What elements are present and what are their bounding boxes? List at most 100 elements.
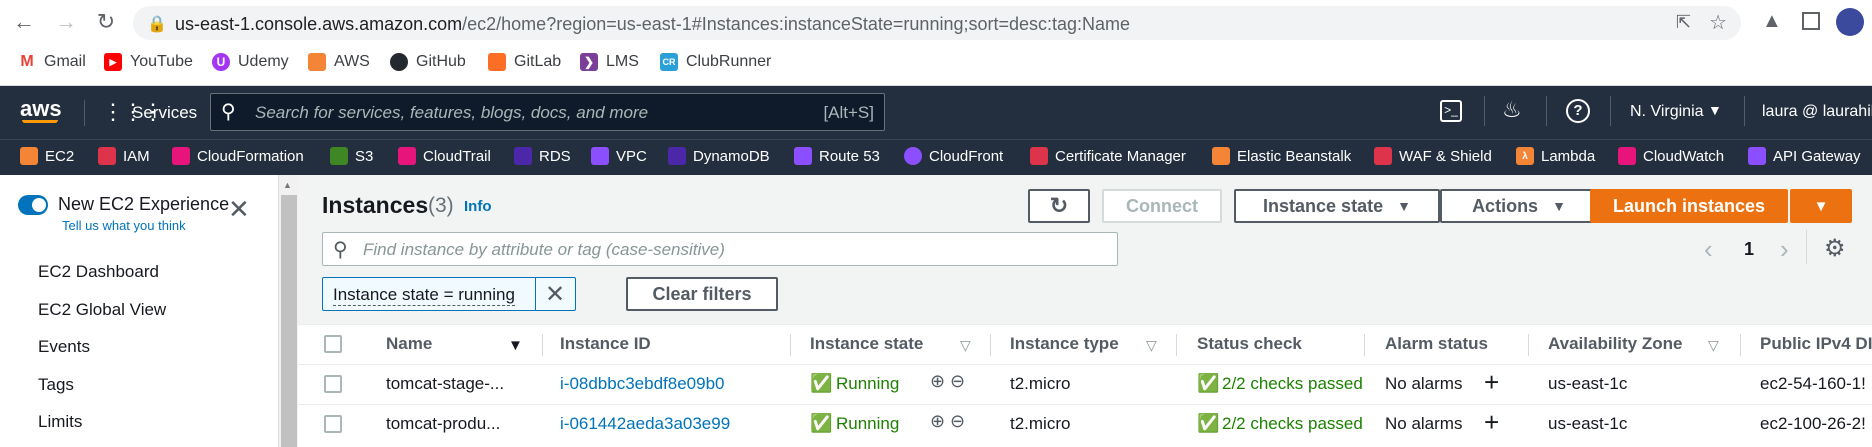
address-bar[interactable]: 🔒 us-east-1.console.aws.amazon.com/ec2/h… — [133, 6, 1741, 40]
row-checkbox[interactable] — [324, 415, 342, 433]
shortcut-cloudfront[interactable]: CloudFront — [904, 147, 1003, 165]
zoom-in-icon[interactable]: ⊕ — [930, 371, 945, 392]
cloudwatch-icon — [1618, 147, 1636, 165]
bookmark-gmail[interactable]: M Gmail — [18, 53, 86, 71]
launch-instances-button[interactable]: Launch instances — [1590, 189, 1788, 223]
shortcut-rds[interactable]: RDS — [514, 147, 571, 165]
shortcut-waf-shield[interactable]: WAF & Shield — [1374, 147, 1492, 165]
column-divider[interactable] — [1364, 334, 1365, 356]
bookmark-lms[interactable]: ❯ LMS — [580, 53, 639, 71]
reload-icon[interactable]: ↻ — [92, 8, 120, 36]
zoom-in-icon[interactable]: ⊕ — [930, 411, 945, 432]
feedback-link[interactable]: Tell us what you think — [62, 218, 186, 233]
connect-button[interactable]: Connect — [1102, 189, 1222, 223]
sort-icon[interactable]: ▽ — [960, 337, 971, 354]
column-header-instance-type[interactable]: Instance type — [1010, 334, 1119, 354]
page-number[interactable]: 1 — [1744, 239, 1754, 260]
column-divider[interactable] — [542, 334, 543, 356]
sidebar-item-events[interactable]: Events — [38, 337, 90, 357]
caret-down-icon: ▼ — [1397, 198, 1411, 214]
services-menu[interactable]: Services — [132, 103, 197, 123]
profile-avatar[interactable] — [1836, 8, 1864, 36]
filter-token-label[interactable]: Instance state = running — [333, 285, 515, 306]
column-divider[interactable] — [790, 334, 791, 356]
column-divider[interactable] — [990, 334, 991, 356]
region-selector[interactable]: N. Virginia — [1630, 103, 1704, 121]
sort-icon[interactable]: ▽ — [1708, 337, 1719, 354]
aws-logo[interactable]: aws — [20, 96, 62, 122]
forward-icon[interactable]: → — [52, 8, 80, 36]
column-divider[interactable] — [1528, 334, 1529, 356]
remove-filter-icon[interactable]: ✕ — [545, 280, 565, 309]
share-icon[interactable]: ⇱ — [1676, 12, 1691, 33]
shortcut-s3[interactable]: S3 — [330, 147, 373, 165]
row-checkbox[interactable] — [324, 375, 342, 393]
scrollbar-thumb[interactable] — [281, 195, 297, 447]
clear-filters-button[interactable]: Clear filters — [626, 277, 778, 311]
column-header-instance-id[interactable]: Instance ID — [560, 334, 651, 354]
sort-desc-icon[interactable]: ▼ — [508, 337, 523, 354]
column-header-availability-zone[interactable]: Availability Zone — [1548, 334, 1682, 354]
select-all-checkbox[interactable] — [324, 335, 342, 353]
shortcut-cloudformation[interactable]: CloudFormation — [172, 147, 304, 165]
launch-options-button[interactable]: ▼ — [1790, 189, 1852, 223]
refresh-button[interactable]: ↻ — [1028, 189, 1090, 223]
column-header-instance-state[interactable]: Instance state — [810, 334, 923, 354]
shortcut-elastic-beanstalk[interactable]: Elastic Beanstalk — [1212, 147, 1351, 165]
sidepanel-icon[interactable] — [1802, 12, 1820, 30]
scroll-up-icon[interactable]: ▲ — [283, 180, 292, 190]
add-alarm-icon[interactable]: + — [1484, 407, 1499, 438]
sidebar-item-ec2-dashboard[interactable]: EC2 Dashboard — [38, 262, 159, 282]
sidebar-item-ec2-global-view[interactable]: EC2 Global View — [38, 300, 166, 320]
sidebar-item-limits[interactable]: Limits — [38, 412, 82, 432]
gear-icon[interactable]: ⚙ — [1824, 234, 1846, 263]
bookmark-github[interactable]: GitHub — [390, 53, 466, 71]
back-icon[interactable]: ← — [10, 8, 38, 36]
extensions-icon[interactable]: ▲ — [1762, 10, 1782, 33]
column-header-public-ipv4-dns[interactable]: Public IPv4 DI — [1760, 334, 1872, 354]
shortcut-cloudtrail[interactable]: CloudTrail — [398, 147, 491, 165]
bookmark-star-icon[interactable]: ☆ — [1709, 10, 1727, 35]
shortcut-api-gateway[interactable]: API Gateway — [1748, 147, 1861, 165]
shortcut-dynamodb[interactable]: DynamoDB — [668, 147, 770, 165]
instance-id-link[interactable]: i-08dbbc3ebdf8e09b0 — [560, 374, 724, 394]
shortcut-vpc[interactable]: VPC — [591, 147, 647, 165]
sidebar-item-tags[interactable]: Tags — [38, 375, 74, 395]
search-icon: ⚲ — [333, 239, 348, 261]
sort-icon[interactable]: ▽ — [1146, 337, 1157, 354]
prev-page-icon[interactable]: ‹ — [1704, 234, 1713, 265]
info-link[interactable]: Info — [464, 198, 492, 215]
column-header-status-check[interactable]: Status check — [1197, 334, 1302, 354]
column-divider[interactable] — [1740, 334, 1741, 356]
table-row[interactable] — [298, 405, 1872, 445]
shortcut-cloudwatch[interactable]: CloudWatch — [1618, 147, 1724, 165]
filter-input[interactable]: ⚲ Find instance by attribute or tag (cas… — [322, 232, 1118, 266]
bookmark-youtube[interactable]: ▶ YouTube — [104, 53, 193, 71]
bell-icon[interactable]: ♨ — [1502, 97, 1522, 123]
shortcut-iam[interactable]: IAM — [98, 147, 150, 165]
actions-button[interactable]: Actions ▼ — [1440, 189, 1598, 223]
shortcut-route53[interactable]: Route 53 — [794, 147, 880, 165]
zoom-out-icon[interactable]: ⊖ — [950, 411, 965, 432]
help-icon[interactable]: ? — [1566, 99, 1590, 123]
column-header-name[interactable]: Name — [386, 334, 432, 354]
bookmark-clubrunner[interactable]: CR ClubRunner — [660, 53, 771, 71]
close-icon[interactable]: ✕ — [228, 196, 250, 222]
table-row[interactable] — [298, 365, 1872, 404]
bookmark-udemy[interactable]: U Udemy — [212, 53, 289, 71]
shortcut-certificate-manager[interactable]: Certificate Manager — [1030, 147, 1186, 165]
instance-state-button[interactable]: Instance state ▼ — [1234, 189, 1440, 223]
column-divider[interactable] — [1176, 334, 1177, 356]
account-menu[interactable]: laura @ laurahil — [1762, 103, 1872, 121]
cloudshell-icon[interactable]: >_ — [1440, 100, 1462, 122]
instance-id-link[interactable]: i-061442aeda3a03e99 — [560, 414, 730, 434]
bookmark-aws[interactable]: AWS — [308, 53, 370, 71]
bookmark-gitlab[interactable]: GitLab — [488, 53, 561, 71]
shortcut-lambda[interactable]: λ Lambda — [1516, 147, 1595, 165]
zoom-out-icon[interactable]: ⊖ — [950, 371, 965, 392]
next-page-icon[interactable]: › — [1780, 234, 1789, 265]
search-input[interactable]: ⚲ Search for services, features, blogs, … — [210, 93, 885, 131]
add-alarm-icon[interactable]: + — [1484, 367, 1499, 398]
column-header-alarm-status[interactable]: Alarm status — [1385, 334, 1488, 354]
shortcut-ec2[interactable]: EC2 — [20, 147, 74, 165]
